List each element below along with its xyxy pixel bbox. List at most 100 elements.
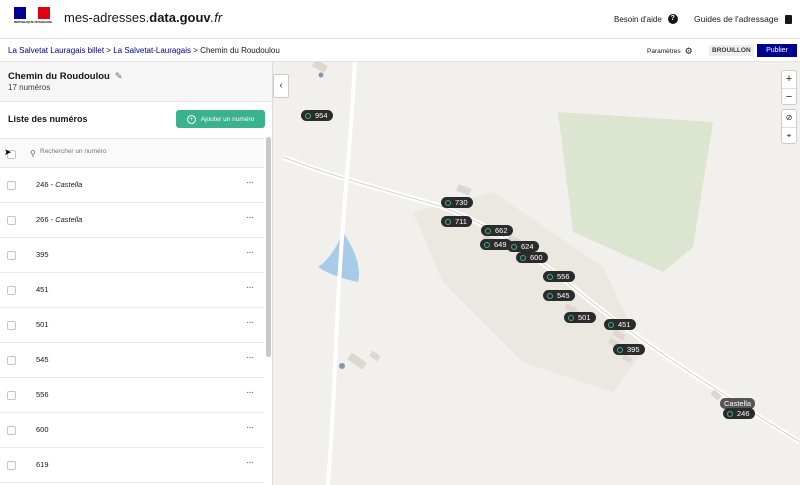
list-item[interactable]: 600 ··· bbox=[0, 413, 264, 448]
edit-pencil-icon[interactable]: ✎ bbox=[115, 71, 123, 82]
marker-dot-icon bbox=[445, 218, 451, 225]
row-number: 545 bbox=[36, 355, 49, 364]
row-checkbox[interactable] bbox=[7, 251, 16, 260]
address-marker[interactable]: 662 bbox=[481, 225, 513, 236]
number-value: 556 bbox=[36, 390, 49, 399]
row-checkbox[interactable] bbox=[7, 216, 16, 225]
list-item[interactable]: 451 ··· bbox=[0, 273, 264, 308]
marker-dot-icon bbox=[727, 410, 733, 417]
search-input[interactable] bbox=[40, 148, 190, 155]
row-number: 600 bbox=[36, 425, 49, 434]
map-pin-icon[interactable]: ⌖ bbox=[782, 127, 796, 144]
marker-label: 246 bbox=[737, 409, 750, 418]
toponym-value: Castella bbox=[55, 180, 83, 189]
address-marker[interactable]: 954 bbox=[301, 110, 333, 121]
list-item[interactable]: 556 ··· bbox=[0, 378, 264, 413]
question-icon: ? bbox=[667, 14, 678, 24]
numbers-panel: Chemin du Roudoulou ✎ 17 numéros Liste d… bbox=[0, 62, 273, 485]
marker-dot-icon bbox=[568, 314, 574, 321]
mouse-cursor-icon: ➤ bbox=[4, 147, 12, 157]
row-menu-icon[interactable]: ··· bbox=[246, 212, 254, 223]
brand-suffix: .fr bbox=[210, 10, 223, 25]
row-checkbox[interactable] bbox=[7, 461, 16, 470]
marker-label: 624 bbox=[521, 242, 534, 251]
address-marker[interactable]: 395 bbox=[613, 344, 645, 355]
row-number: 395 bbox=[36, 250, 49, 259]
marker-dot-icon bbox=[617, 346, 623, 353]
address-marker[interactable]: 501 bbox=[564, 312, 596, 323]
logo-text: RÉPUBLIQUE FRANÇAISE bbox=[14, 20, 53, 24]
zoom-controls: + − bbox=[781, 70, 797, 105]
settings-button[interactable]: Paramètres ⚙ bbox=[647, 47, 693, 56]
row-checkbox[interactable] bbox=[7, 391, 16, 400]
list-item[interactable]: 246 - Castella ··· bbox=[0, 168, 264, 203]
republique-francaise-logo[interactable]: RÉPUBLIQUE FRANÇAISE bbox=[14, 7, 54, 33]
breadcrumb-commune[interactable]: La Salvetat Lauragais billet bbox=[8, 46, 104, 55]
marker-label: 451 bbox=[618, 320, 631, 329]
row-menu-icon[interactable]: ··· bbox=[246, 352, 254, 363]
marker-dot-icon bbox=[608, 321, 614, 328]
address-marker[interactable]: 246 bbox=[723, 408, 755, 419]
settings-label: Paramètres bbox=[647, 47, 681, 55]
top-header: RÉPUBLIQUE FRANÇAISE mes-adresses.data.g… bbox=[0, 0, 800, 39]
row-menu-icon[interactable]: ··· bbox=[246, 387, 254, 398]
list-item[interactable]: 501 ··· bbox=[0, 308, 264, 343]
row-menu-icon[interactable]: ··· bbox=[246, 317, 254, 328]
row-checkbox[interactable] bbox=[7, 181, 16, 190]
book-icon bbox=[785, 14, 793, 24]
row-number: 266 - Castella bbox=[36, 215, 82, 224]
zoom-out-button[interactable]: − bbox=[782, 88, 796, 105]
scrollbar[interactable] bbox=[266, 137, 271, 357]
address-marker[interactable]: 556 bbox=[543, 271, 575, 282]
site-brand[interactable]: mes-adresses.data.gouv.fr bbox=[64, 10, 222, 25]
number-value: 246 bbox=[36, 180, 49, 189]
marker-dot-icon bbox=[511, 243, 517, 250]
list-item[interactable]: 395 ··· bbox=[0, 238, 264, 273]
row-menu-icon[interactable]: ··· bbox=[246, 247, 254, 258]
marker-dot-icon bbox=[445, 199, 451, 206]
map-background bbox=[273, 62, 800, 485]
marker-label: 954 bbox=[315, 111, 328, 120]
row-number: 501 bbox=[36, 320, 49, 329]
row-menu-icon[interactable]: ··· bbox=[246, 422, 254, 433]
row-menu-icon[interactable]: ··· bbox=[246, 282, 254, 293]
marker-label: 545 bbox=[557, 291, 570, 300]
row-checkbox[interactable] bbox=[7, 426, 16, 435]
row-menu-icon[interactable]: ··· bbox=[246, 457, 254, 468]
number-value: 600 bbox=[36, 425, 49, 434]
publish-button[interactable]: Publier bbox=[757, 44, 797, 57]
address-marker[interactable]: 711 bbox=[441, 216, 472, 227]
flag-icon bbox=[14, 7, 50, 19]
list-item[interactable]: 619 ··· bbox=[0, 448, 264, 483]
address-marker[interactable]: 545 bbox=[543, 290, 575, 301]
street-title: Chemin du Roudoulou ✎ bbox=[8, 71, 122, 82]
address-marker[interactable]: 730 bbox=[441, 197, 473, 208]
breadcrumb-base[interactable]: La Salvetat-Lauragais bbox=[113, 46, 191, 55]
row-number: 451 bbox=[36, 285, 49, 294]
marker-dot-icon bbox=[547, 292, 553, 299]
help-link[interactable]: Besoin d'aide ? bbox=[614, 14, 678, 24]
address-marker[interactable]: 451 bbox=[604, 319, 636, 330]
breadcrumb-bar: La Salvetat Lauragais billet > La Salvet… bbox=[0, 40, 800, 62]
marker-label: 711 bbox=[455, 217, 467, 226]
marker-label: 649 bbox=[494, 240, 507, 249]
address-marker[interactable]: 600 bbox=[516, 252, 548, 263]
list-item[interactable]: 545 ··· bbox=[0, 343, 264, 378]
row-checkbox[interactable] bbox=[7, 286, 16, 295]
row-checkbox[interactable] bbox=[7, 356, 16, 365]
address-marker[interactable]: 624 bbox=[507, 241, 539, 252]
add-number-button[interactable]: + Ajouter un numéro bbox=[176, 110, 265, 128]
eye-off-icon[interactable]: ⊘ bbox=[782, 110, 796, 127]
collapse-panel-button[interactable]: ‹ bbox=[273, 74, 289, 98]
status-badge: BROUILLON bbox=[709, 45, 754, 56]
row-checkbox[interactable] bbox=[7, 321, 16, 330]
street-header: Chemin du Roudoulou ✎ 17 numéros bbox=[0, 62, 272, 102]
breadcrumb: La Salvetat Lauragais billet > La Salvet… bbox=[8, 46, 280, 55]
row-number: 619 bbox=[36, 460, 49, 469]
list-item[interactable]: 266 - Castella ··· bbox=[0, 203, 264, 238]
map[interactable]: 954 730 711 662 649 624 600 556 545 501 … bbox=[273, 62, 800, 485]
zoom-in-button[interactable]: + bbox=[782, 71, 796, 88]
street-name: Chemin du Roudoulou bbox=[8, 71, 110, 82]
guides-link[interactable]: Guides de l'adressage bbox=[694, 14, 793, 24]
row-menu-icon[interactable]: ··· bbox=[246, 177, 254, 188]
